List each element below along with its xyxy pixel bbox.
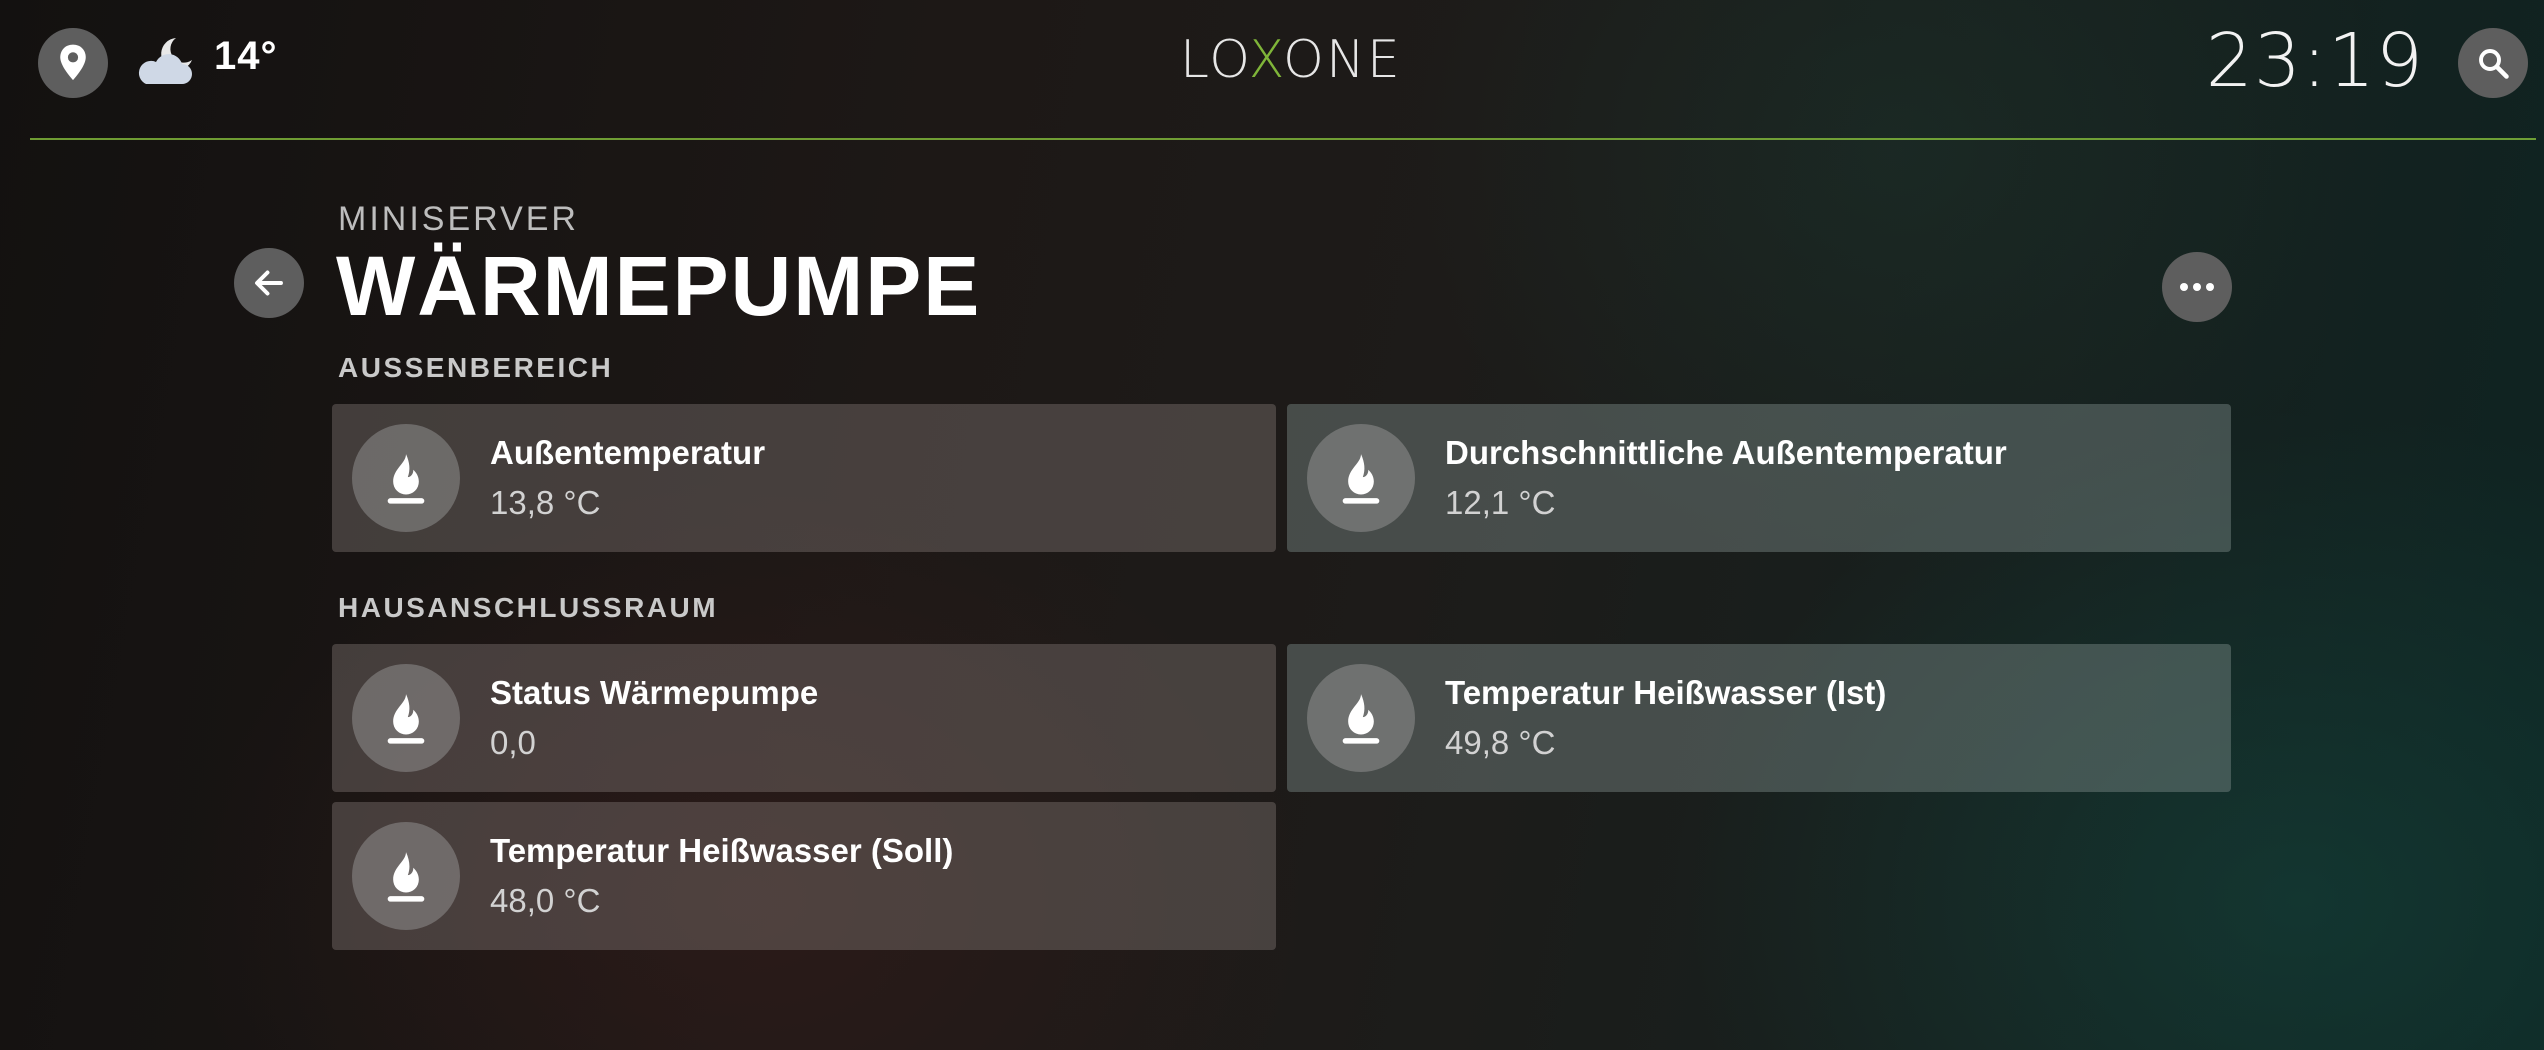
logo-x-mark: X — [1248, 30, 1284, 90]
flame-icon — [387, 694, 425, 744]
sensor-card-aussentemperatur[interactable]: Außentemperatur 13,8 °C — [332, 404, 1276, 552]
card-value: 48,0 °C — [490, 882, 601, 919]
more-options-button[interactable] — [2162, 252, 2232, 322]
location-pin-icon — [60, 44, 86, 80]
card-title: Temperatur Heißwasser (Soll) — [490, 832, 954, 869]
page-title: WÄRMEPUMPE — [336, 239, 982, 333]
back-button[interactable] — [234, 248, 304, 318]
logo-text-start: LO — [1180, 30, 1249, 90]
card-icon-circle — [352, 424, 460, 532]
flame-icon — [387, 454, 425, 504]
card-icon-circle — [352, 664, 460, 772]
loxone-logo: LOXONE — [1180, 30, 1400, 90]
card-title: Status Wärmepumpe — [490, 674, 819, 711]
search-icon — [2479, 49, 2509, 79]
card-title: Durchschnittliche Außentemperatur — [1445, 434, 2007, 471]
outdoor-temperature: 14° — [214, 34, 278, 78]
cloudy-night-moon-icon — [132, 32, 196, 92]
sensor-card-status-waermepumpe[interactable]: Status Wärmepumpe 0,0 — [332, 644, 1276, 792]
card-icon-circle — [1307, 424, 1415, 532]
card-value: 12,1 °C — [1445, 484, 1556, 521]
sensor-card-temperatur-heisswasser-soll[interactable]: Temperatur Heißwasser (Soll) 48,0 °C — [332, 802, 1276, 950]
search-button[interactable] — [2458, 28, 2528, 98]
more-dots-icon — [2180, 283, 2214, 291]
header-divider — [30, 138, 2536, 140]
card-title: Außentemperatur — [490, 434, 766, 471]
section-label-aussenbereich: AUSSENBEREICH — [338, 352, 614, 383]
card-value: 49,8 °C — [1445, 724, 1556, 761]
card-value: 0,0 — [490, 724, 536, 761]
arrow-left-icon — [255, 270, 283, 296]
page-subtitle: MINISERVER — [338, 200, 579, 238]
location-button[interactable] — [38, 28, 108, 98]
logo-text-end: ONE — [1283, 30, 1402, 90]
sensor-card-durchschnittliche-aussentemperatur[interactable]: Durchschnittliche Außentemperatur 12,1 °… — [1287, 404, 2231, 552]
card-title: Temperatur Heißwasser (Ist) — [1445, 674, 1887, 711]
clock: 23:19 — [2205, 18, 2424, 104]
section-label-hausanschlussraum: HAUSANSCHLUSSRAUM — [338, 592, 719, 623]
sensor-card-temperatur-heisswasser-ist[interactable]: Temperatur Heißwasser (Ist) 49,8 °C — [1287, 644, 2231, 792]
flame-icon — [1342, 454, 1380, 504]
top-bar: 14° LOXONE 23:19 — [0, 0, 2544, 140]
card-icon-circle — [1307, 664, 1415, 772]
card-icon-circle — [352, 822, 460, 930]
flame-icon — [387, 852, 425, 902]
card-value: 13,8 °C — [490, 484, 601, 521]
flame-icon — [1342, 694, 1380, 744]
